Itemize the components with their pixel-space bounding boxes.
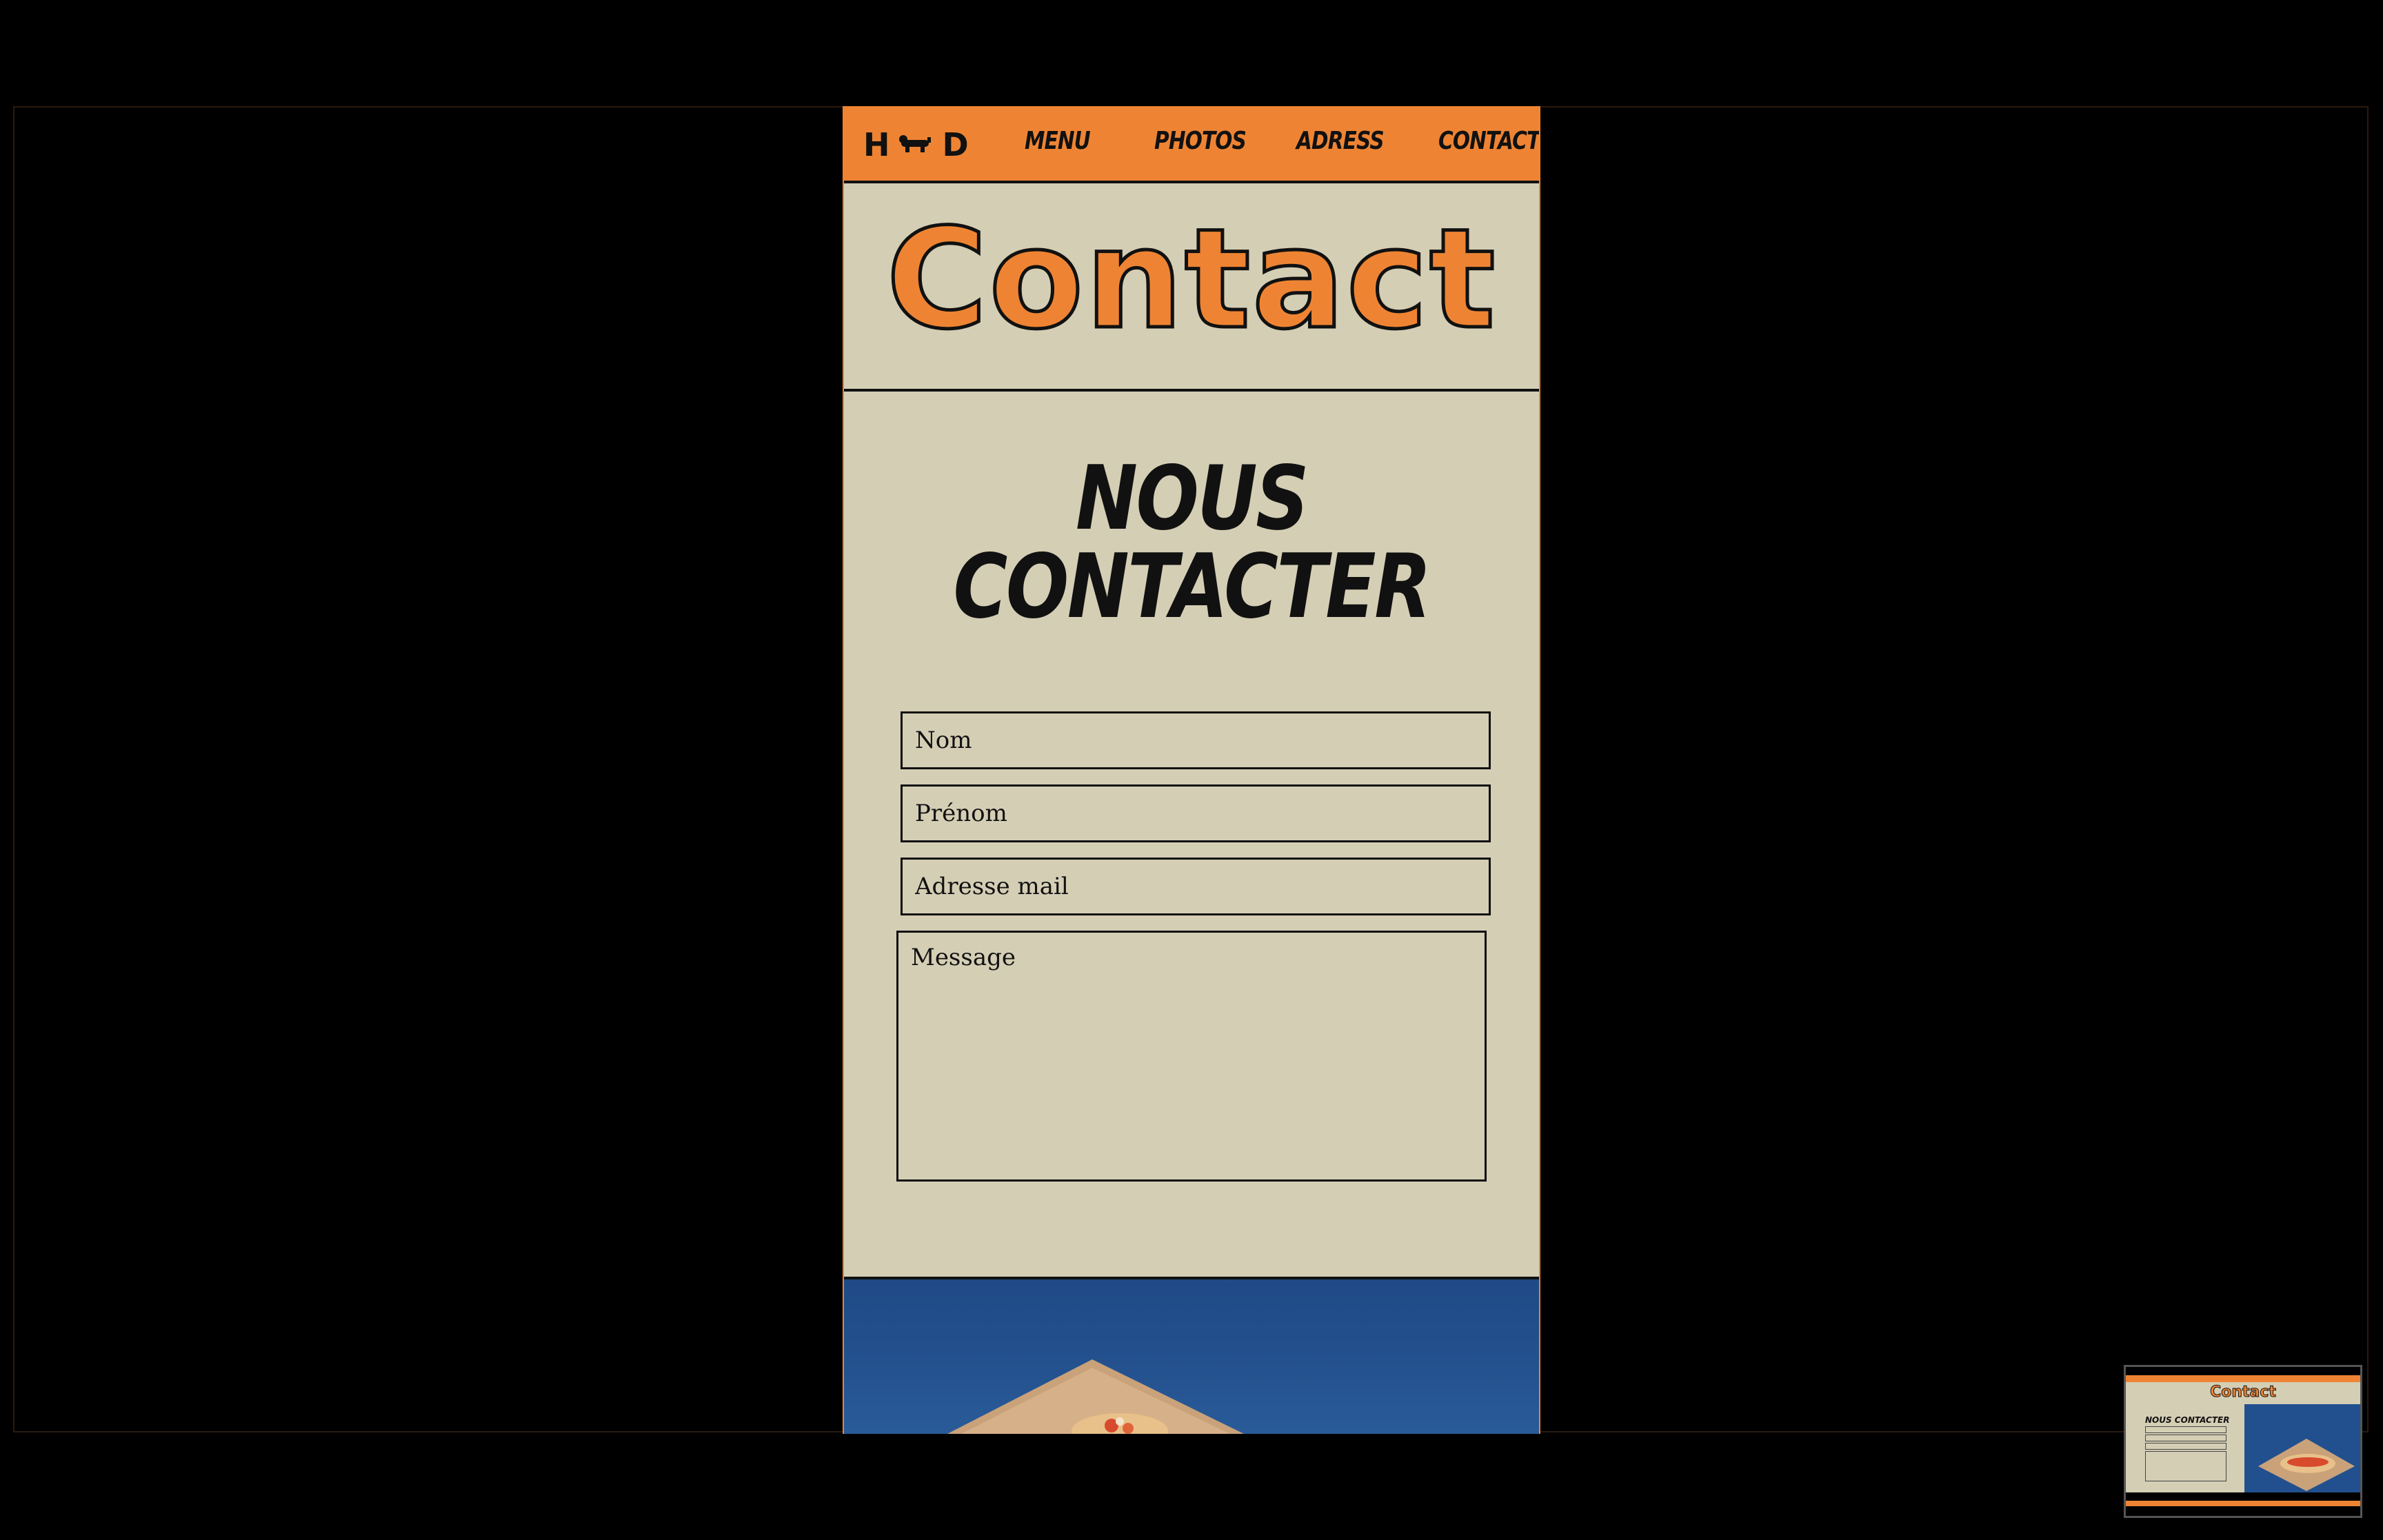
page-minimap[interactable]: Contact NOUS CONTACTER: [2124, 1365, 2362, 1518]
food-tray-image: [947, 1359, 1244, 1434]
nav-link-adress[interactable]: ADRESS: [1296, 127, 1385, 155]
top-navigation: H D MENU PHOTOS ADRESS CONTACT: [844, 106, 1539, 183]
screen: H D MENU PHOTOS ADRESS CONTACT Contact N…: [0, 0, 2383, 1540]
nom-field[interactable]: [901, 711, 1491, 769]
minimap-title: Contact: [2210, 1384, 2277, 1401]
hotdog-photo: [844, 1279, 1539, 1434]
contact-form-section: NOUS CONTACTER: [844, 392, 1539, 1279]
minimap-photo: [2244, 1404, 2360, 1492]
mobile-page: H D MENU PHOTOS ADRESS CONTACT Contact N…: [843, 106, 1540, 1434]
minimap-field: [2145, 1443, 2226, 1450]
minimap-field: [2145, 1435, 2226, 1441]
minimap-field: [2145, 1426, 2226, 1433]
nav-link-menu[interactable]: MENU: [1025, 127, 1091, 155]
minimap-header: [2126, 1367, 2360, 1375]
page-title: Contact: [885, 199, 1497, 360]
nav-link-contact[interactable]: CONTACT: [1438, 127, 1539, 155]
minimap-nav: [2126, 1375, 2360, 1382]
hero-banner: Contact: [844, 183, 1539, 392]
message-field[interactable]: [896, 931, 1487, 1182]
dog-icon: [890, 133, 943, 157]
email-field[interactable]: [901, 858, 1491, 915]
form-heading: NOUS CONTACTER: [953, 447, 1431, 638]
logo-letter-h: H: [863, 126, 890, 163]
logo-letter-d: D: [942, 126, 969, 163]
nav-link-photos[interactable]: PHOTOS: [1154, 127, 1247, 155]
minimap-footer-bar: [2126, 1501, 2360, 1506]
site-logo[interactable]: H D: [863, 124, 969, 165]
prenom-field[interactable]: [901, 784, 1491, 842]
minimap-heading: NOUS CONTACTER: [2145, 1415, 2230, 1425]
minimap-field: [2145, 1451, 2226, 1481]
